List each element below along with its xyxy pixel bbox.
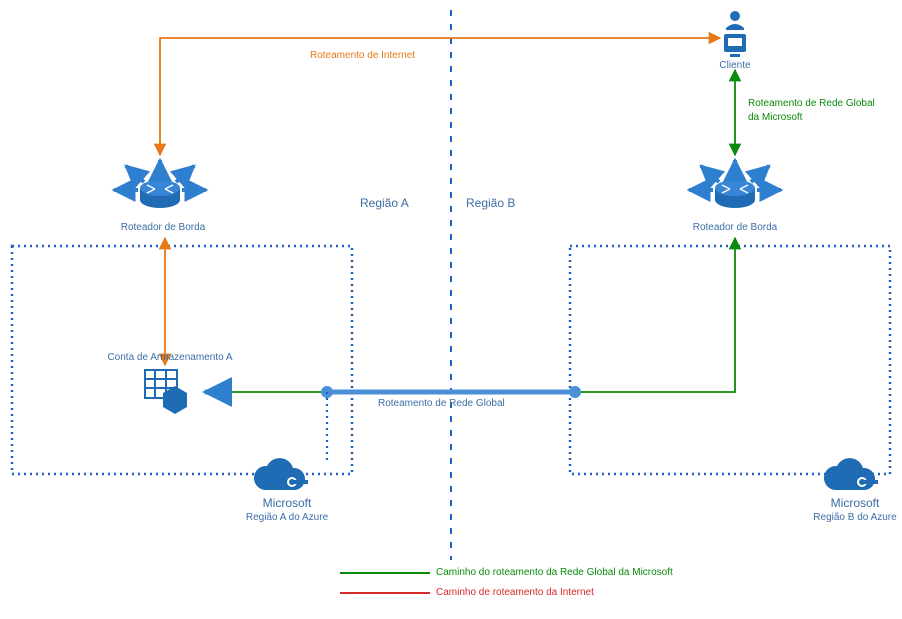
edge-router-a-icon: [114, 160, 206, 208]
client-label: Cliente: [710, 60, 760, 71]
global-routing-client-label2: da Microsoft: [748, 112, 802, 123]
edge-router-b-label: Roteador de Borda: [690, 222, 780, 233]
internet-routing-label: Roteamento de Internet: [310, 50, 415, 61]
cloud-a-icon: [254, 458, 308, 490]
global-routing-client-label: Roteamento de Rede Global: [748, 98, 875, 109]
microsoft-b-label: Microsoft: [820, 496, 890, 510]
region-b-label: Região B: [466, 196, 515, 210]
edge-router-b-icon: [689, 160, 781, 208]
legend-red-label: Caminho de roteamento da Internet: [436, 587, 594, 598]
backbone-node-b: [569, 386, 581, 398]
legend-green-label: Caminho do roteamento da Rede Global da …: [436, 567, 673, 578]
region-b-box: [570, 246, 890, 474]
microsoft-a-sub-label: Região A do Azure: [240, 512, 334, 523]
edge-router-a-label: Roteador de Borda: [118, 222, 208, 233]
path-internet-client-routerA: [160, 38, 720, 155]
microsoft-b-sub-label: Região B do Azure: [808, 512, 902, 523]
cloud-b-icon: [824, 458, 878, 490]
storage-a-icon: [145, 370, 187, 414]
client-icon: [724, 11, 746, 57]
microsoft-a-label: Microsoft: [252, 496, 322, 510]
storage-a-label: Conta de Armazenamento A: [100, 352, 240, 363]
region-a-label: Região A: [360, 196, 409, 210]
path-global-routerB-backbone-right: [575, 238, 735, 392]
diagram-svg: [0, 0, 902, 619]
diagram-root: { "labels": { "client": "Cliente", "inte…: [0, 0, 902, 619]
global-routing-path-label: Roteamento de Rede Global: [378, 398, 505, 409]
